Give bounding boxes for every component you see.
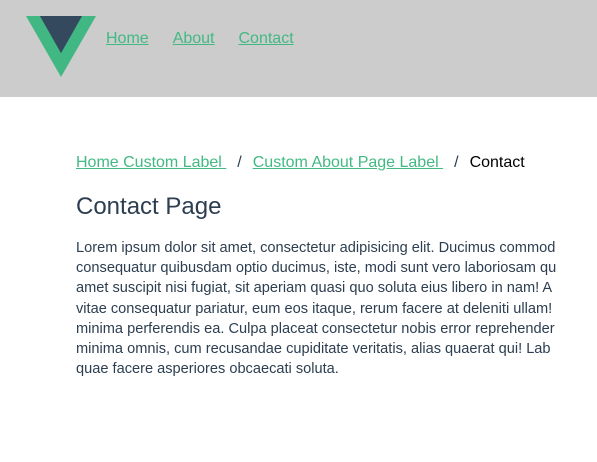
body-line: quae facere asperiores obcaecati soluta. (76, 361, 339, 378)
main-nav: Home About Contact (106, 29, 294, 49)
breadcrumb-home-link[interactable]: Home Custom Label (76, 154, 226, 171)
breadcrumb-separator: / (454, 154, 459, 171)
nav-home-link[interactable]: Home (106, 29, 149, 49)
body-line: Lorem ipsum dolor sit amet, consectetur … (76, 240, 556, 256)
breadcrumb-about-link[interactable]: Custom About Page Label (253, 154, 443, 171)
body-line: minima perferendis ea. Culpa placeat con… (76, 320, 555, 337)
page-title: Contact Page (76, 193, 222, 220)
nav-contact-link[interactable]: Contact (239, 29, 294, 49)
breadcrumb: Home Custom Label / Custom About Page Lab… (76, 153, 597, 173)
main-content: Home Custom Label / Custom About Page Lab… (76, 153, 597, 379)
breadcrumb-current: Contact (469, 154, 525, 171)
vue-logo-icon[interactable] (26, 16, 96, 77)
body-line: consequatur quibusdam optio ducimus, ist… (76, 260, 557, 277)
body-line: minima omnis, cum recusandae cupiditate … (76, 341, 551, 358)
page-body-text: Lorem ipsum dolor sit amet, consectetur … (76, 238, 597, 379)
site-header: Home About Contact (0, 0, 597, 97)
breadcrumb-separator: / (237, 154, 242, 171)
body-line: amet suscipit nisi fugiat, sit aperiam q… (76, 280, 553, 297)
body-line: vitae consequatur pariatur, eum eos itaq… (76, 300, 553, 317)
nav-about-link[interactable]: About (173, 29, 215, 49)
